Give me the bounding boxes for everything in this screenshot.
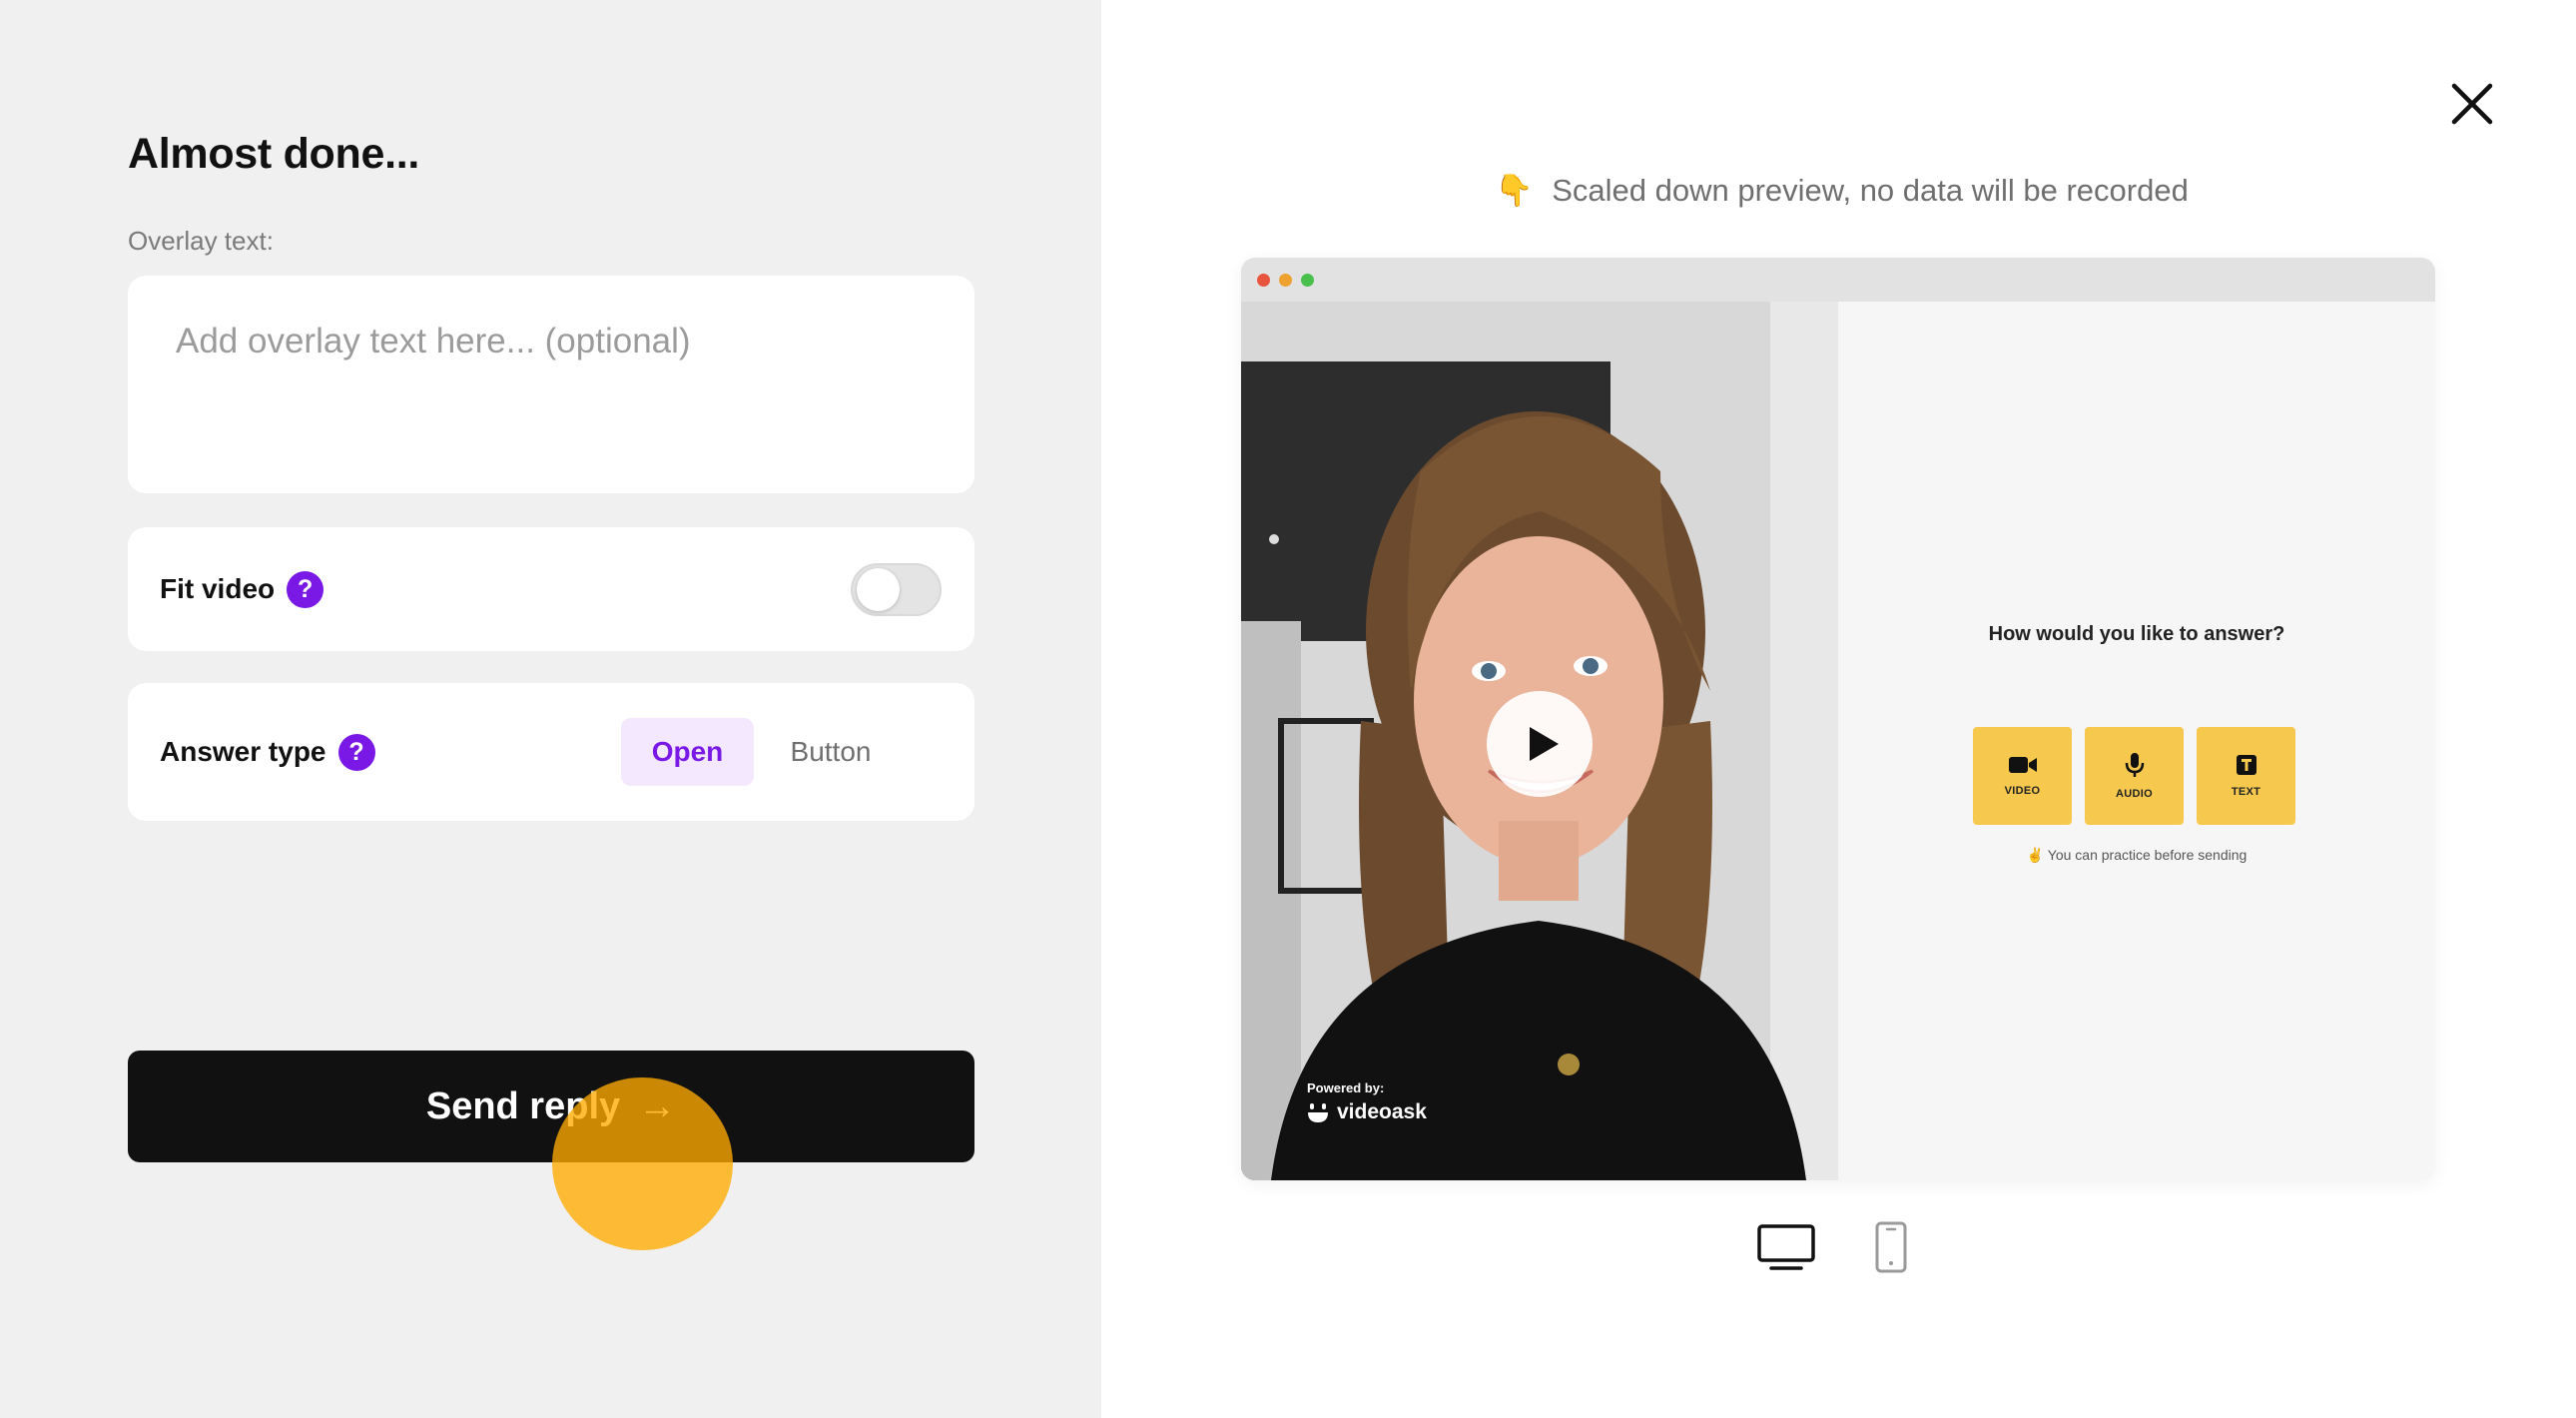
answer-type-label: Answer type [160, 736, 326, 767]
answer-type-card: Answer type ? Open Button [128, 683, 974, 821]
fit-video-toggle[interactable] [851, 562, 942, 616]
overlay-text-input[interactable] [128, 276, 974, 493]
play-icon [1530, 727, 1559, 761]
toggle-knob [857, 567, 900, 611]
arrow-right-icon: → [638, 1084, 677, 1127]
answer-type-open-button[interactable]: Open [621, 718, 754, 786]
answer-options-panel: How would you like to answer? VIDEO AUDI… [1838, 302, 2435, 1180]
camera-icon [2008, 757, 2037, 773]
video-preview: Powered by: videoask [1241, 302, 1838, 1180]
help-icon[interactable]: ? [337, 733, 375, 771]
answer-options: VIDEO AUDIO TEXT [1973, 727, 2295, 825]
answer-type-selector: Open Button [621, 718, 908, 786]
answer-question: How would you like to answer? [1988, 623, 2285, 645]
mobile-icon[interactable] [1874, 1221, 1908, 1273]
play-button[interactable] [1487, 691, 1593, 797]
smile-icon [1308, 1103, 1328, 1122]
send-reply-label: Send reply [425, 1084, 621, 1127]
overlay-text-label: Overlay text: [128, 226, 274, 256]
microphone-icon [2125, 753, 2144, 777]
preview-browser-window: Powered by: videoask How would you like … [1241, 258, 2435, 1180]
text-icon [2236, 755, 2256, 775]
practice-note: ✌️ You can practice before sending [2026, 847, 2248, 863]
answer-type-button-button[interactable]: Button [754, 718, 908, 786]
help-icon[interactable]: ? [287, 570, 324, 608]
pointing-down-icon: 👇 [1495, 173, 1534, 208]
answer-video-option[interactable]: VIDEO [1973, 727, 2072, 825]
page-title: Almost done... [128, 130, 420, 178]
send-reply-button[interactable]: Send reply → [128, 1051, 974, 1162]
window-maximize-dot [1301, 274, 1314, 287]
desktop-icon[interactable] [1757, 1224, 1815, 1272]
close-icon[interactable] [2448, 80, 2496, 128]
preview-note-text: Scaled down preview, no data will be rec… [1552, 173, 2189, 208]
fit-video-card: Fit video ? [128, 527, 974, 651]
browser-title-bar [1241, 258, 2435, 302]
brand-name: videoask [1337, 1100, 1427, 1123]
answer-audio-option[interactable]: AUDIO [2085, 727, 2184, 825]
answer-option-label: AUDIO [2116, 788, 2153, 800]
overlay-text-box [128, 276, 974, 493]
preview-note: 👇 Scaled down preview, no data will be r… [1495, 172, 2189, 209]
answer-option-label: VIDEO [2004, 785, 2041, 797]
powered-by-label: Powered by: [1307, 1080, 1385, 1095]
window-close-dot [1257, 274, 1270, 287]
fit-video-label: Fit video [160, 573, 276, 604]
answer-text-option[interactable]: TEXT [2197, 727, 2295, 825]
window-minimize-dot [1279, 274, 1292, 287]
brand-logo: videoask [1307, 1100, 1427, 1124]
answer-option-label: TEXT [2231, 786, 2261, 798]
settings-panel: Almost done... Overlay text: Fit video ?… [0, 0, 1101, 1418]
